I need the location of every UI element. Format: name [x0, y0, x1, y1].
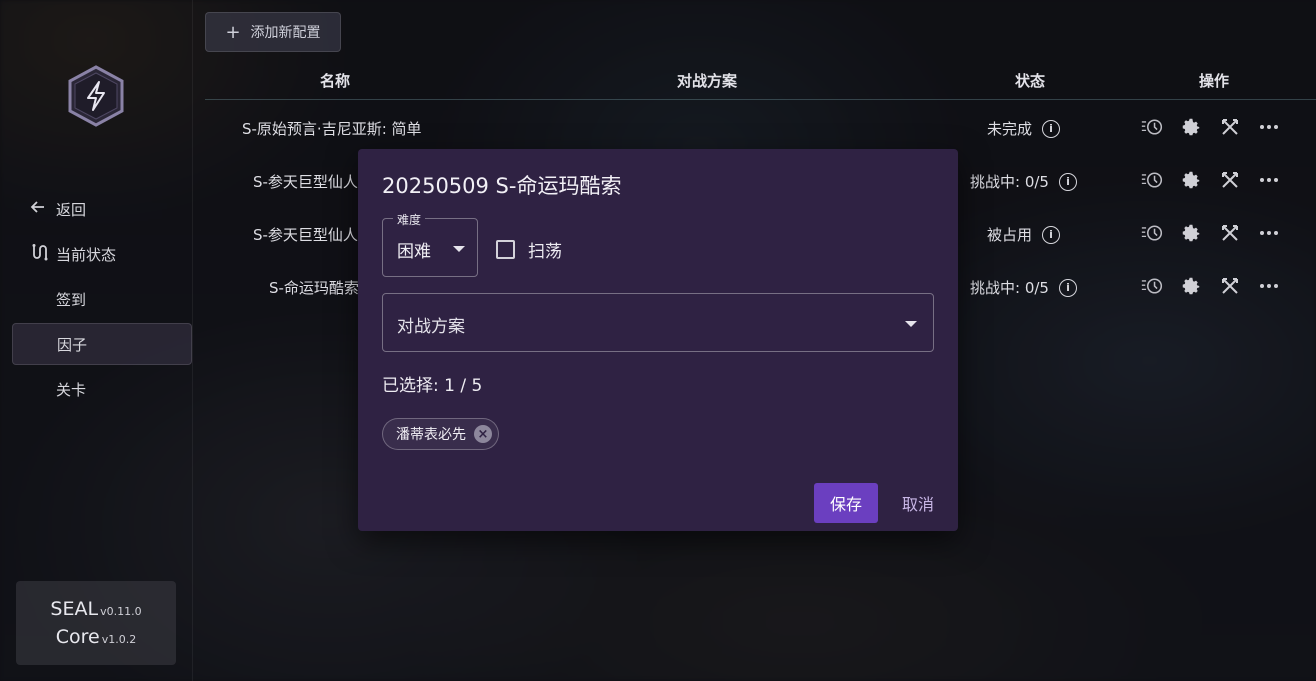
- row-name: S-参天巨型仙人: [253, 226, 358, 244]
- version-info: SEAL v0.11.0 Core v1.0.2: [16, 581, 176, 665]
- header-status: 状态: [1015, 72, 1046, 90]
- route-icon: [30, 243, 52, 265]
- row-actions: [1141, 275, 1280, 297]
- swords-icon[interactable]: [1219, 275, 1241, 297]
- history-icon[interactable]: [1141, 222, 1163, 244]
- gear-icon[interactable]: [1180, 169, 1202, 191]
- sidebar-item-label: 返回: [56, 200, 87, 219]
- app-logo-icon: [66, 64, 126, 128]
- difficulty-legend: 难度: [393, 211, 426, 228]
- gear-icon[interactable]: [1180, 116, 1202, 138]
- sidebar-item-label: 因子: [57, 335, 88, 354]
- dialog-title: 20250509 S-命运玛酷索: [382, 174, 622, 198]
- selected-count: 已选择: 1 / 5: [382, 376, 483, 396]
- row-actions: [1141, 222, 1280, 244]
- row-status: 被占用 i: [987, 224, 1061, 245]
- sidebar-item-current-status[interactable]: 当前状态: [12, 233, 192, 275]
- difficulty-select[interactable]: 难度 困难: [382, 211, 478, 277]
- core-version: Core v1.0.2: [55, 626, 137, 648]
- sidebar-item-factor[interactable]: 因子: [12, 323, 192, 365]
- history-icon[interactable]: [1141, 116, 1163, 138]
- plus-icon: +: [225, 21, 241, 43]
- gear-icon[interactable]: [1180, 275, 1202, 297]
- sweep-checkbox[interactable]: [496, 240, 515, 259]
- info-icon[interactable]: i: [1058, 172, 1077, 191]
- row-name: S-原始预言·吉尼亚斯: 简单: [242, 120, 422, 138]
- table-row: S-原始预言·吉尼亚斯: 简单 未完成 i: [205, 102, 1316, 154]
- swords-icon[interactable]: [1219, 116, 1241, 138]
- more-icon[interactable]: [1258, 116, 1280, 138]
- sidebar-item-back[interactable]: 返回: [12, 188, 192, 230]
- chip-label: 潘蒂表必先: [396, 427, 466, 443]
- row-actions: [1141, 169, 1280, 191]
- add-config-button[interactable]: + 添加新配置: [205, 12, 341, 52]
- header-plan: 对战方案: [677, 72, 738, 90]
- history-icon[interactable]: [1141, 169, 1163, 191]
- battle-plan-select[interactable]: 对战方案: [382, 293, 934, 352]
- sidebar-item-label: 当前状态: [56, 245, 117, 264]
- sweep-checkbox-row[interactable]: 扫荡: [496, 237, 562, 262]
- arrow-left-icon: [30, 199, 52, 219]
- header-name: 名称: [320, 72, 351, 90]
- sidebar-item-checkin[interactable]: 签到: [12, 278, 192, 320]
- sidebar-item-label: 签到: [56, 290, 87, 309]
- sidebar-item-label: 关卡: [56, 380, 87, 399]
- save-button[interactable]: 保存: [814, 483, 878, 523]
- more-icon[interactable]: [1258, 222, 1280, 244]
- seal-version: SEAL v0.11.0: [50, 598, 142, 620]
- battle-plan-placeholder: 对战方案: [397, 317, 465, 337]
- row-name: S-参天巨型仙人: [253, 173, 358, 191]
- row-name: S-命运玛酷索: [269, 279, 359, 297]
- info-icon[interactable]: i: [1042, 119, 1061, 138]
- chevron-down-icon: [453, 246, 465, 252]
- cancel-button[interactable]: 取消: [894, 483, 942, 523]
- selected-chip: 潘蒂表必先 ×: [382, 418, 499, 450]
- info-icon[interactable]: i: [1058, 278, 1077, 297]
- row-status: 挑战中: 0/5 i: [970, 277, 1077, 298]
- edit-config-dialog: 20250509 S-命运玛酷索 难度 困难 扫荡 对战方案 已选择: 1 / …: [358, 149, 958, 531]
- row-status: 挑战中: 0/5 i: [970, 171, 1077, 192]
- add-config-label: 添加新配置: [250, 25, 321, 41]
- sidebar-item-stage[interactable]: 关卡: [12, 368, 192, 410]
- row-status: 未完成 i: [987, 118, 1061, 139]
- difficulty-value: 困难: [397, 242, 431, 262]
- swords-icon[interactable]: [1219, 222, 1241, 244]
- row-actions: [1141, 116, 1280, 138]
- info-icon[interactable]: i: [1042, 225, 1061, 244]
- history-icon[interactable]: [1141, 275, 1163, 297]
- gear-icon[interactable]: [1180, 222, 1202, 244]
- close-icon[interactable]: ×: [474, 425, 492, 443]
- more-icon[interactable]: [1258, 275, 1280, 297]
- sidebar: 返回 当前状态 签到 因子 关卡 SEAL v0.11.0 Core v1.0.2: [0, 0, 193, 681]
- table-header: 名称 对战方案 状态 操作: [205, 70, 1316, 100]
- swords-icon[interactable]: [1219, 169, 1241, 191]
- header-actions: 操作: [1199, 72, 1230, 90]
- chevron-down-icon: [905, 321, 917, 327]
- more-icon[interactable]: [1258, 169, 1280, 191]
- sweep-label: 扫荡: [528, 242, 562, 262]
